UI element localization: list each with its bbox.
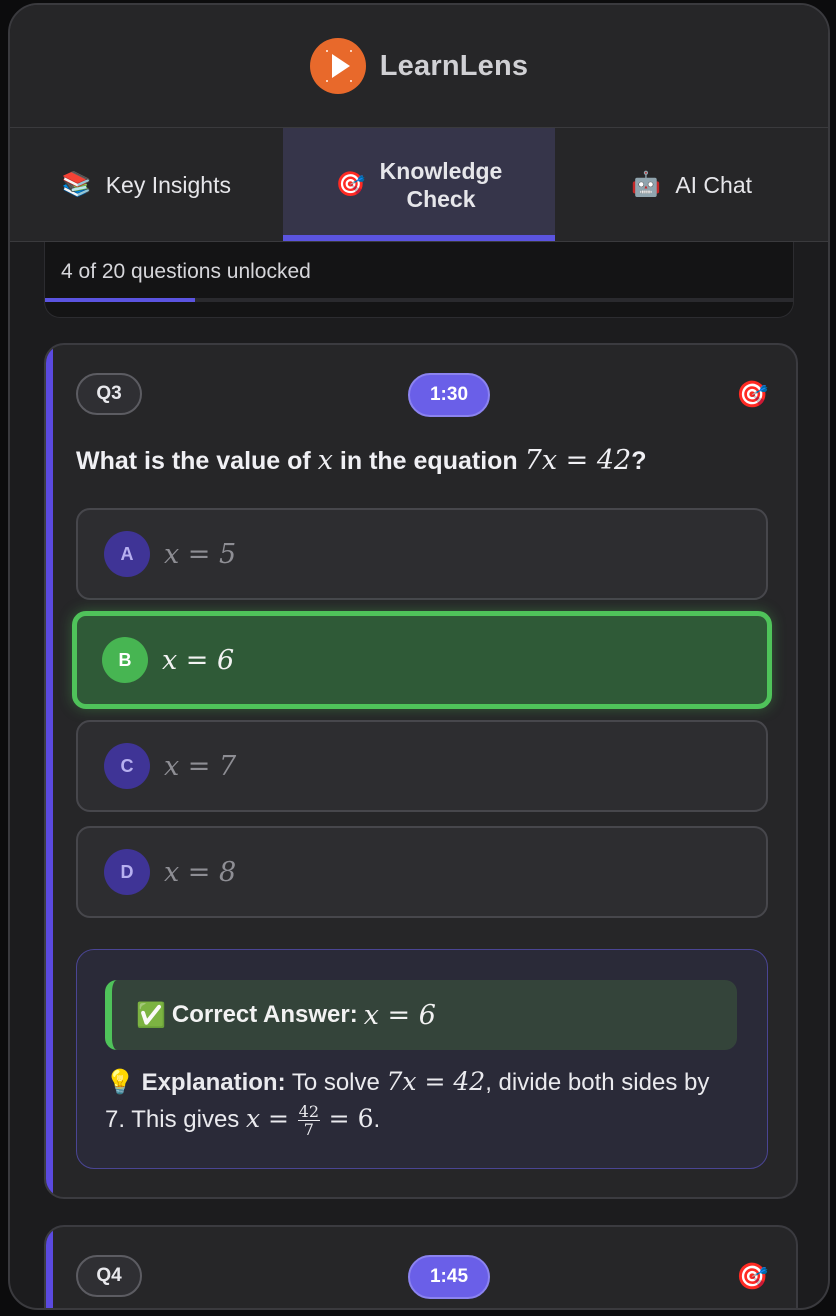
check-icon: ✅	[136, 1001, 166, 1029]
target-icon: 🎯	[335, 171, 366, 198]
app-header: LearnLens	[10, 5, 828, 128]
question-timer: 1:45	[408, 1255, 490, 1299]
progress-fill	[45, 298, 195, 302]
progress-text: 4 of 20 questions unlocked	[61, 260, 311, 283]
option-letter-badge: D	[104, 849, 150, 895]
tab-key-insights[interactable]: 📚 Key Insights	[10, 128, 283, 241]
tab-label-line1: Knowledge	[379, 157, 503, 184]
play-logo-icon	[309, 38, 366, 94]
question-timer: 1:30	[408, 373, 490, 417]
explanation-end: .	[373, 1106, 381, 1133]
question-number-badge: Q4	[76, 1255, 142, 1297]
option-letter-badge: A	[104, 531, 150, 577]
correct-answer-value: x = 6	[363, 999, 436, 1031]
robot-icon: 🤖	[631, 171, 662, 198]
option-letter-badge: B	[102, 637, 148, 683]
option-text: x = 6	[162, 644, 235, 676]
explanation-part1: To solve	[291, 1069, 380, 1096]
question-header: Q4 1:45 🎯	[46, 1227, 796, 1299]
explanation-text: 💡 Explanation: To solve 7x = 42, divide …	[105, 1064, 725, 1138]
correct-answer-label: Correct Answer:	[171, 1001, 358, 1028]
tab-label: AI Chat	[675, 171, 753, 198]
prompt-middle: in the equation	[339, 447, 518, 475]
fraction-numerator: 42	[297, 1102, 320, 1122]
fraction-denominator: 7	[303, 1120, 314, 1140]
unlock-progress: 4 of 20 questions unlocked	[44, 242, 794, 318]
target-icon: 🎯	[736, 1261, 769, 1291]
answer-option-d[interactable]: D x = 8	[76, 826, 768, 918]
explanation-eq-left: x =	[245, 1104, 289, 1133]
prompt-prefix: What is the value of	[76, 447, 311, 475]
tab-ai-chat[interactable]: 🤖 AI Chat	[555, 128, 828, 241]
answer-option-b[interactable]: B x = 6	[72, 611, 772, 709]
question-card: Q4 1:45 🎯	[44, 1225, 798, 1308]
option-text: x = 7	[164, 750, 237, 782]
explanation-eq-right: = 6	[328, 1104, 374, 1133]
app-window: LearnLens 📚 Key Insights 🎯 Knowledge Che…	[8, 3, 830, 1310]
question-card: Q3 1:30 🎯 What is the value of x in the …	[44, 343, 798, 1199]
correct-answer-box: ✅ Correct Answer: x = 6	[105, 980, 737, 1050]
app-title: LearnLens	[379, 49, 529, 82]
option-text: x = 5	[164, 538, 237, 570]
tab-bar: 📚 Key Insights 🎯 Knowledge Check 🤖 AI Ch…	[10, 128, 828, 242]
tab-label-line2: Check	[406, 185, 476, 212]
tab-knowledge-check[interactable]: 🎯 Knowledge Check	[282, 128, 556, 241]
option-text: x = 8	[164, 856, 237, 888]
books-icon: 📚	[61, 171, 92, 198]
question-number-badge: Q3	[76, 373, 142, 415]
tab-label: Key Insights	[105, 171, 231, 198]
question-prompt: What is the value of x in the equation 7…	[76, 445, 646, 476]
tab-label: Knowledge Check	[380, 157, 503, 213]
prompt-suffix: ?	[631, 447, 647, 475]
answer-option-c[interactable]: C x = 7	[76, 720, 768, 812]
question-header: Q3 1:30 🎯	[46, 345, 796, 417]
prompt-equation: 7x = 42	[524, 445, 632, 476]
progress-track	[45, 298, 793, 302]
explanation-equation: 7x = 42	[386, 1067, 486, 1096]
explanation-fraction: 42 7	[297, 1102, 320, 1140]
prompt-variable: x	[317, 445, 333, 476]
target-icon: 🎯	[736, 379, 769, 409]
explanation-label: Explanation:	[141, 1069, 286, 1096]
feedback-panel: ✅ Correct Answer: x = 6 💡 Explanation: T…	[76, 949, 768, 1169]
answer-option-a[interactable]: A x = 5	[76, 508, 768, 600]
lightbulb-icon: 💡	[105, 1069, 135, 1096]
option-letter-badge: C	[104, 743, 150, 789]
